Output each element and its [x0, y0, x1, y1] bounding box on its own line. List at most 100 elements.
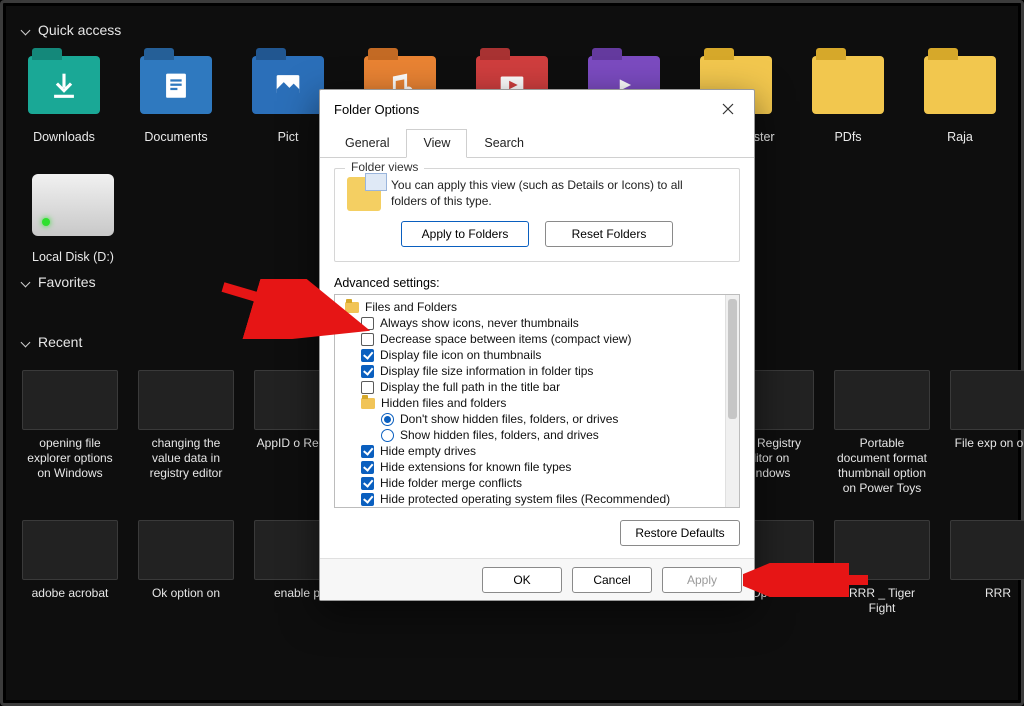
checkbox-icon[interactable] [361, 349, 374, 362]
tree-item-label: Display file size information in folder … [380, 364, 593, 378]
recent-file-tile[interactable]: RRR [950, 520, 1024, 616]
checkbox-icon[interactable] [361, 381, 374, 394]
file-thumbnail [950, 370, 1024, 430]
ok-button[interactable]: OK [482, 567, 562, 593]
folder-views-legend: Folder views [345, 160, 424, 174]
folder-tile[interactable]: Documents [134, 48, 218, 144]
dialog-footer: OK Cancel Apply [320, 558, 754, 600]
tree-item[interactable]: Don't show hidden files, folders, or dri… [341, 411, 733, 427]
tree-item[interactable]: Always show icons, never thumbnails [341, 315, 733, 331]
folder-icon [140, 56, 212, 114]
dialog-tabs: General View Search [320, 128, 754, 158]
scrollbar-thumb[interactable] [728, 299, 737, 419]
folder-views-text: You can apply this view (such as Details… [391, 177, 727, 211]
tree-item[interactable]: Decrease space between items (compact vi… [341, 331, 733, 347]
annotation-arrow-2 [743, 563, 873, 597]
close-button[interactable] [708, 95, 748, 123]
drive-label: Local Disk (D:) [32, 250, 114, 264]
folder-label: Raja [947, 130, 973, 144]
tree-item-label: Hide protected operating system files (R… [380, 492, 670, 506]
folder-icon [924, 56, 996, 114]
file-thumbnail [950, 520, 1024, 580]
recent-file-tile[interactable]: File exp on on P [950, 370, 1024, 496]
file-thumbnail [22, 370, 118, 430]
tab-general[interactable]: General [328, 129, 406, 158]
folder-tile[interactable]: PDfs [806, 48, 890, 144]
checkbox-icon[interactable] [361, 477, 374, 490]
folder-tile[interactable]: Raja [918, 48, 1002, 144]
recent-file-tile[interactable]: opening file explorer options on Windows [22, 370, 118, 496]
recent-file-tile[interactable]: adobe acrobat [22, 520, 118, 616]
cancel-button[interactable]: Cancel [572, 567, 652, 593]
file-thumbnail [834, 370, 930, 430]
file-label: changing the value data in registry edit… [138, 436, 234, 481]
folder-tile[interactable]: Downloads [22, 48, 106, 144]
advanced-label: Advanced settings: [334, 276, 740, 290]
tree-item-label: Hide folder merge conflicts [380, 476, 522, 490]
file-label: RRR [985, 586, 1011, 601]
chevron-down-icon [22, 277, 32, 287]
tree-item-label: Decrease space between items (compact vi… [380, 332, 631, 346]
file-label: Ok option on [152, 586, 220, 601]
tree-item-label: Always show icons, never thumbnails [380, 316, 579, 330]
scrollbar[interactable] [725, 295, 739, 507]
folder-icon [361, 398, 375, 409]
apply-to-folders-button[interactable]: Apply to Folders [401, 221, 529, 247]
folder-icon [28, 56, 100, 114]
tree-root[interactable]: Files and Folders [341, 299, 733, 315]
tree-item-label: Hide empty drives [380, 444, 476, 458]
recent-file-tile[interactable]: Portable document format thumbnail optio… [834, 370, 930, 496]
advanced-settings-tree[interactable]: Files and Folders Always show icons, neve… [335, 295, 739, 508]
checkbox-icon[interactable] [361, 445, 374, 458]
tree-item[interactable]: Display file icon on thumbnails [341, 347, 733, 363]
recent-file-tile[interactable]: changing the value data in registry edit… [138, 370, 234, 496]
tree-item[interactable]: Hide folder merge conflicts [341, 475, 733, 491]
tree-item-label: Show hidden files, folders, and drives [400, 428, 599, 442]
folder-icon [252, 56, 324, 114]
tree-item[interactable]: Hidden files and folders [341, 395, 733, 411]
chevron-down-icon [22, 337, 32, 347]
tree-root-label: Files and Folders [365, 300, 457, 314]
file-label: Portable document format thumbnail optio… [834, 436, 930, 496]
radio-icon[interactable] [381, 413, 394, 426]
radio-icon[interactable] [381, 429, 394, 442]
dialog-body: Folder views You can apply this view (su… [320, 158, 754, 558]
tree-item[interactable]: Show hidden files, folders, and drives [341, 427, 733, 443]
tree-item[interactable]: Hide empty drives [341, 443, 733, 459]
checkbox-icon[interactable] [361, 493, 374, 506]
apply-button[interactable]: Apply [662, 567, 742, 593]
recent-file-tile[interactable]: Ok option on [138, 520, 234, 616]
tree-item-label: Display file icon on thumbnails [380, 348, 541, 362]
folder-label: Pict [278, 130, 299, 144]
tree-item[interactable]: Hide extensions for known file types [341, 459, 733, 475]
file-label: adobe acrobat [32, 586, 109, 601]
advanced-settings-box: Files and Folders Always show icons, neve… [334, 294, 740, 508]
file-label: File exp on on P [955, 436, 1024, 451]
tab-view[interactable]: View [406, 129, 467, 158]
reset-folders-button[interactable]: Reset Folders [545, 221, 673, 247]
close-icon [722, 103, 734, 115]
annotation-arrow-1 [221, 279, 371, 339]
tree-item[interactable]: Display the full path in the title bar [341, 379, 733, 395]
folder-tile[interactable]: Pict [246, 48, 330, 144]
tree-item[interactable]: Display file size information in folder … [341, 363, 733, 379]
folder-label: Documents [144, 130, 207, 144]
file-thumbnail [138, 520, 234, 580]
checkbox-icon[interactable] [361, 365, 374, 378]
tree-item-label: Display the full path in the title bar [380, 380, 560, 394]
tab-search[interactable]: Search [467, 129, 541, 158]
file-thumbnail [22, 520, 118, 580]
folder-options-dialog: Folder Options General View Search Folde… [319, 89, 755, 601]
tree-item-label: Don't show hidden files, folders, or dri… [400, 412, 618, 426]
folder-views-fieldset: Folder views You can apply this view (su… [334, 168, 740, 262]
tree-item[interactable]: Hide protected operating system files (R… [341, 491, 733, 507]
recent-label: Recent [38, 334, 82, 350]
chevron-down-icon [22, 25, 32, 35]
restore-defaults-button[interactable]: Restore Defaults [620, 520, 740, 546]
quick-access-header[interactable]: Quick access [22, 18, 1002, 48]
checkbox-icon[interactable] [361, 461, 374, 474]
tree-item-label: Hidden files and folders [381, 396, 506, 410]
drive-tile[interactable]: Local Disk (D:) [22, 168, 124, 264]
folder-label: Downloads [33, 130, 95, 144]
dialog-title: Folder Options [334, 102, 419, 117]
